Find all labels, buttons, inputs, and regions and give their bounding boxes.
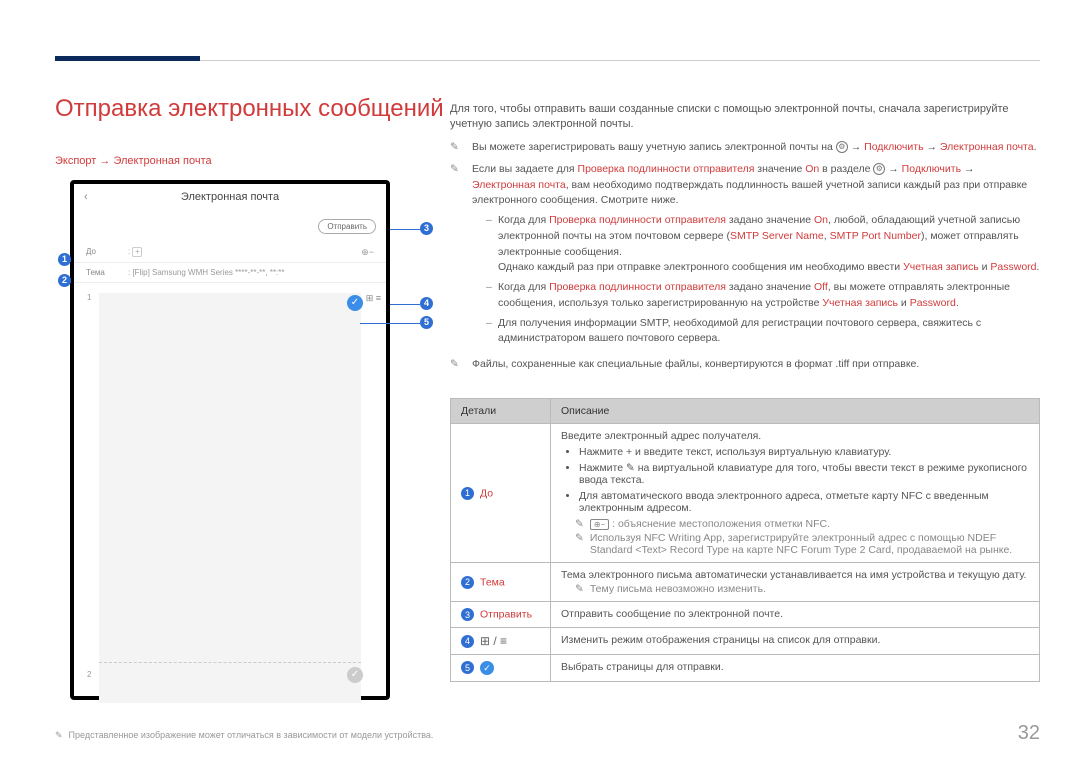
header-divider — [55, 60, 1040, 61]
th-details: Детали — [451, 399, 551, 424]
page-number: 32 — [1018, 722, 1040, 745]
send-button-mock: Отправить — [318, 219, 376, 234]
note-icon: ✎ — [55, 730, 63, 741]
details-table: Детали Описание 1ДоВведите электронный а… — [450, 398, 1040, 682]
callout-1: 1 — [58, 253, 71, 266]
check-icon: ✓ — [480, 661, 494, 675]
nfc-tag-icon: ⊕− — [590, 519, 609, 530]
row-callout: 1 — [461, 487, 474, 500]
note-icon: ✎ — [575, 532, 584, 556]
table-row: 1ДоВведите электронный адрес получателя.… — [451, 424, 1040, 563]
plus-icon: + — [132, 247, 142, 257]
table-row: 2ТемаТема электронного письма автоматиче… — [451, 563, 1040, 602]
callout-5: 5 — [420, 316, 433, 329]
note-item: ✎Вы можете зарегистрировать вашу учетную… — [450, 140, 1040, 156]
footnote: ✎ Представленное изображение может отлич… — [55, 730, 433, 741]
breadcrumb: Экспорт → Электронная почта — [55, 155, 212, 167]
note-icon: ✎ — [450, 357, 464, 373]
note-item: ✎Файлы, сохраненные как специальные файл… — [450, 357, 1040, 373]
header-tab-indicator — [55, 56, 200, 61]
page-check-unselected-icon: ✓ — [347, 667, 363, 683]
table-row: 3ОтправитьОтправить сообщение по электро… — [451, 602, 1040, 628]
device-screenshot: ‹ Электронная почта Отправить До : + ⊕− … — [70, 180, 390, 700]
subject-field: Тема : [Flip] Samsung WMH Series ****-**… — [74, 263, 386, 283]
view-toggle-icon: ⊞ / ≡ — [480, 634, 507, 648]
nfc-icon: ⊕− — [361, 247, 374, 258]
note-icon: ✎ — [450, 162, 464, 351]
page-title: Отправка электронных сообщений — [55, 95, 444, 123]
gear-icon: ⚙ — [873, 163, 885, 175]
table-row: 4⊞ / ≡Изменить режим отображения страниц… — [451, 628, 1040, 655]
intro-paragraph: Для того, чтобы отправить ваши созданные… — [450, 102, 1040, 133]
row-callout: 2 — [461, 576, 474, 589]
row-callout: 5 — [461, 661, 474, 674]
note-item: ✎Если вы задаете для Проверка подлинност… — [450, 162, 1040, 351]
gear-icon: ⚙ — [836, 141, 848, 153]
view-mode-icons: ⊞ ≡ — [366, 293, 381, 304]
back-icon: ‹ — [84, 191, 88, 203]
row-callout: 4 — [461, 635, 474, 648]
to-field: До : + ⊕− — [74, 242, 386, 263]
callout-4: 4 — [420, 297, 433, 310]
page-preview-area: 1 ⊞ ≡ ✓ 2 ✓ — [99, 293, 361, 703]
th-description: Описание — [551, 399, 1040, 424]
row-callout: 3 — [461, 608, 474, 621]
page-check-selected-icon: ✓ — [347, 295, 363, 311]
notes-list: ✎Вы можете зарегистрировать вашу учетную… — [450, 140, 1040, 379]
callout-3: 3 — [420, 222, 433, 235]
callout-2: 2 — [58, 274, 71, 287]
note-icon: ✎ — [450, 140, 464, 156]
note-icon: ✎ — [575, 518, 584, 530]
screenshot-title: Электронная почта — [181, 191, 279, 203]
table-row: 5✓Выбрать страницы для отправки. — [451, 655, 1040, 682]
note-icon: ✎ — [575, 583, 584, 595]
